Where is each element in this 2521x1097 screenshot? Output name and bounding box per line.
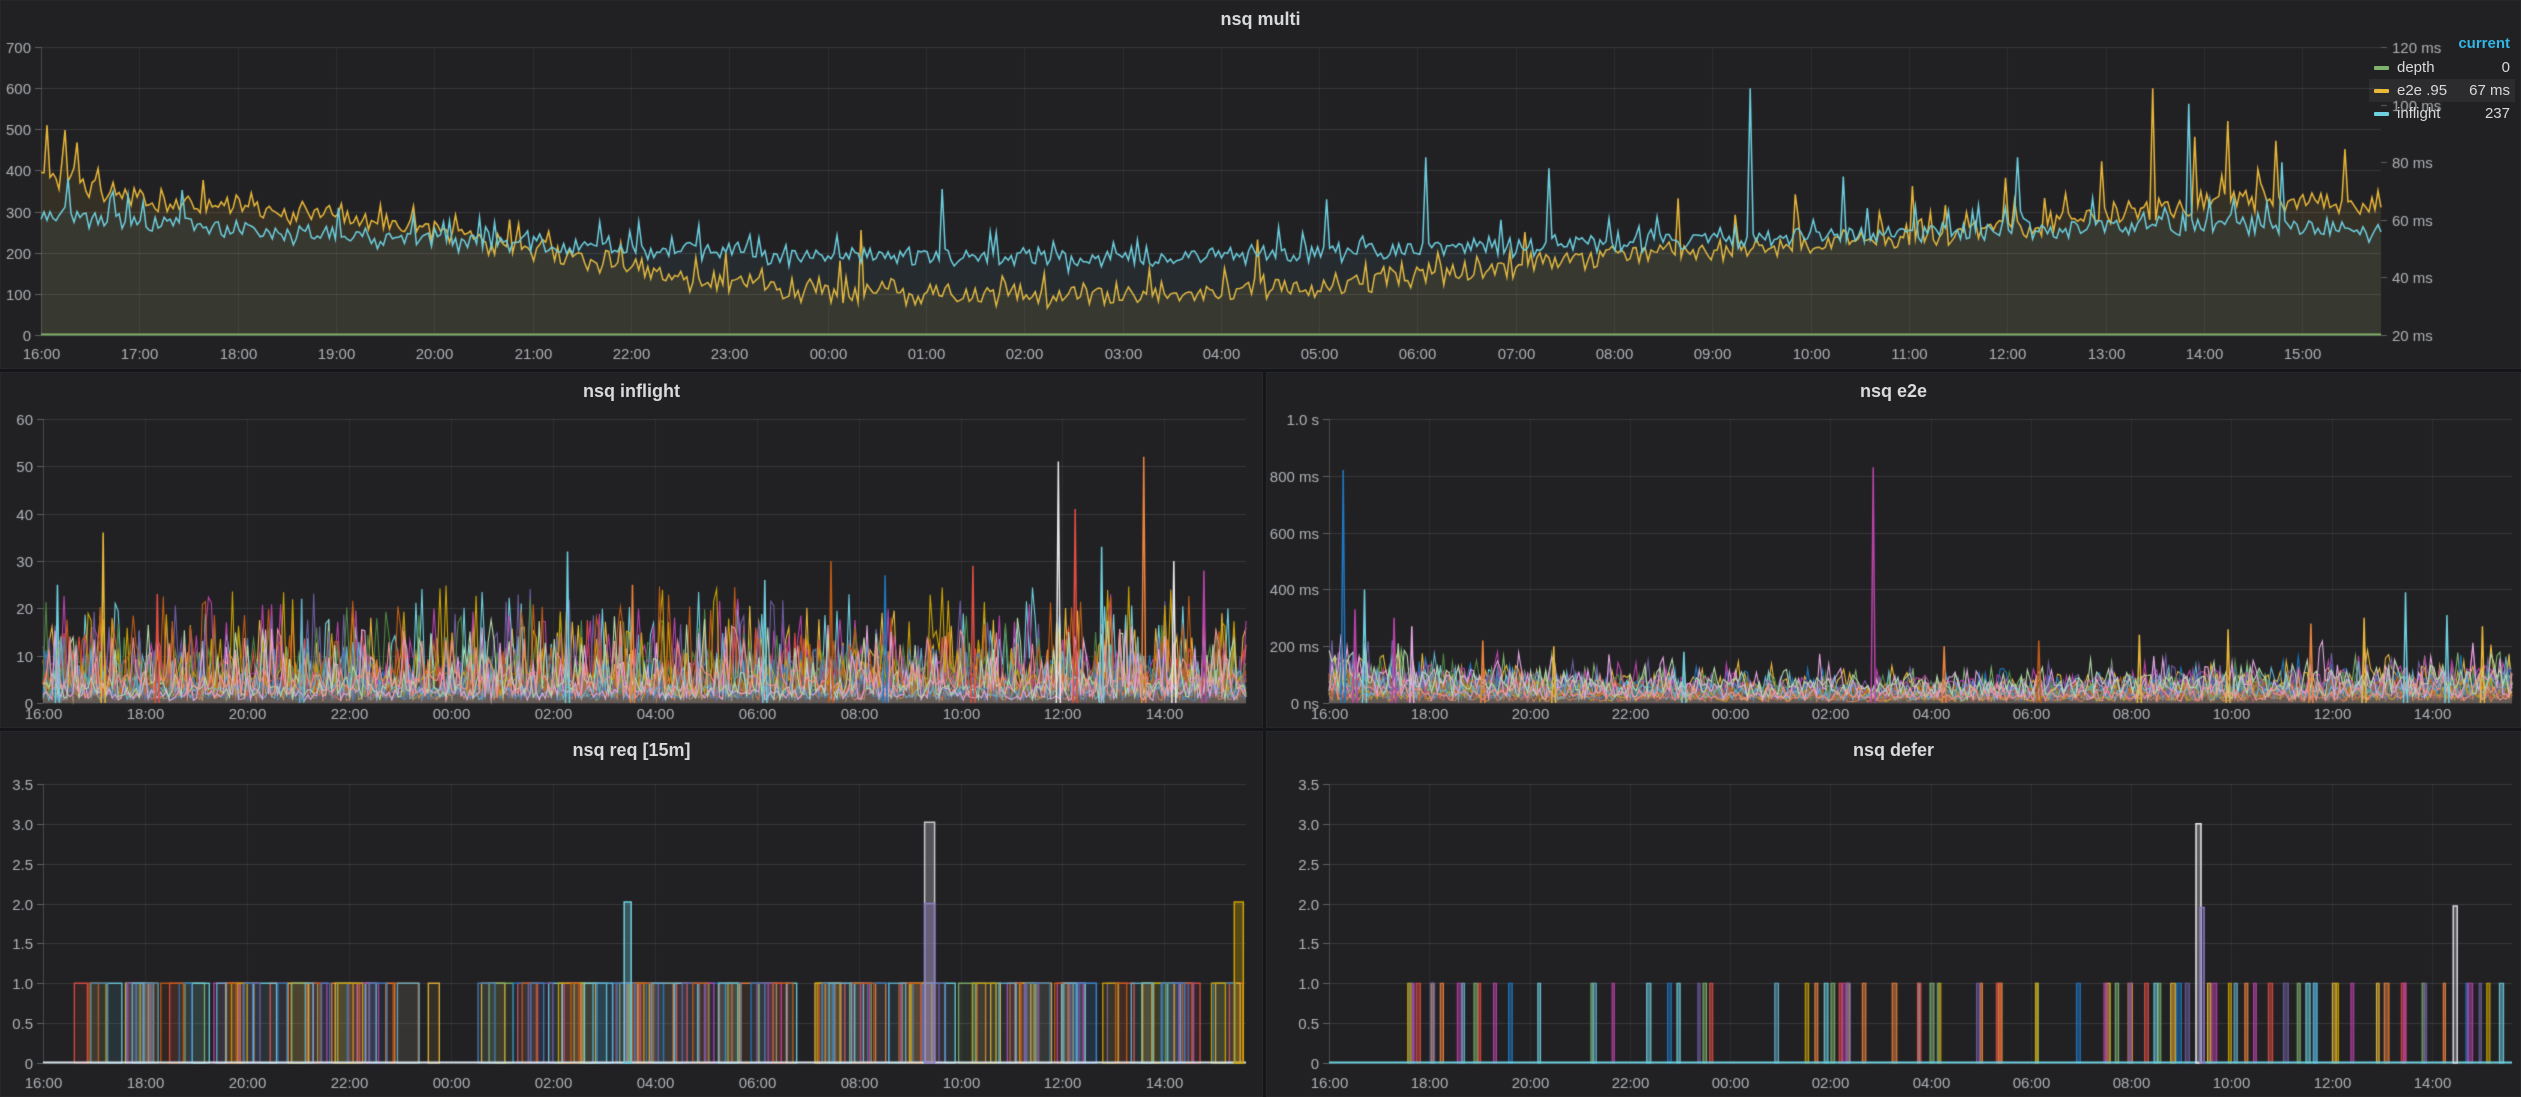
- legend-series-value: 0: [2502, 59, 2510, 76]
- legend-series-name: e2e .95: [2397, 82, 2447, 99]
- legend-row-depth[interactable]: depth 0: [2369, 56, 2515, 79]
- panel-nsq-multi: nsq multi current depth 0 e2e .95 67 ms …: [0, 0, 2521, 369]
- panel-nsq-e2e: nsq e2e: [1266, 372, 2521, 728]
- legend-series-name: depth: [2397, 59, 2435, 76]
- series-color-swatch[interactable]: [2374, 66, 2389, 70]
- series-color-swatch[interactable]: [2374, 112, 2389, 116]
- legend-row-inflight[interactable]: inflight 237: [2369, 102, 2515, 125]
- nsq-defer-chart[interactable]: [1267, 732, 2520, 1096]
- nsq-multi-chart[interactable]: [1, 1, 2520, 368]
- legend-series-value: 67 ms: [2469, 82, 2510, 99]
- nsq-inflight-chart[interactable]: [1, 373, 1262, 727]
- panel-title-nsq-multi[interactable]: nsq multi: [1, 9, 2520, 30]
- panel-title-nsq-e2e[interactable]: nsq e2e: [1267, 381, 2520, 402]
- nsq-req-15m-chart[interactable]: [1, 732, 1262, 1096]
- panel-nsq-req-15m: nsq req [15m]: [0, 731, 1263, 1097]
- legend-series-name: inflight: [2397, 105, 2440, 122]
- panel-nsq-inflight: nsq inflight: [0, 372, 1263, 728]
- legend-series-value: 237: [2485, 105, 2510, 122]
- legend-row-e2e-95[interactable]: e2e .95 67 ms: [2369, 79, 2515, 102]
- panel-title-nsq-defer[interactable]: nsq defer: [1267, 740, 2520, 761]
- nsq-e2e-chart[interactable]: [1267, 373, 2520, 727]
- legend: current depth 0 e2e .95 67 ms inflight 2…: [2369, 33, 2515, 125]
- series-color-swatch[interactable]: [2374, 89, 2389, 93]
- panel-title-nsq-inflight[interactable]: nsq inflight: [1, 381, 1262, 402]
- legend-current-header[interactable]: current: [2369, 33, 2515, 56]
- panel-title-nsq-req-15m[interactable]: nsq req [15m]: [1, 740, 1262, 761]
- panel-nsq-defer: nsq defer: [1266, 731, 2521, 1097]
